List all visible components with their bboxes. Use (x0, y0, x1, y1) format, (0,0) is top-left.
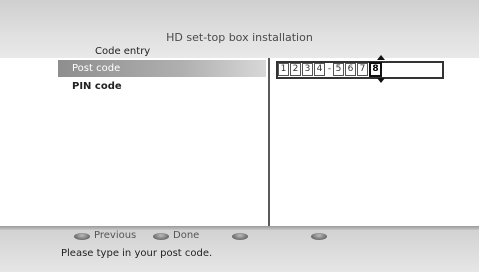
previous-button-label: Previous (94, 230, 137, 241)
menu-item-post-code[interactable]: Post code (58, 60, 266, 77)
arrow-down-icon[interactable] (377, 78, 385, 83)
digit-box[interactable]: 6 (345, 62, 356, 76)
digit-box[interactable]: 3 (302, 62, 313, 76)
header-area (0, 0, 479, 58)
unlabeled-key-4[interactable] (311, 230, 331, 242)
remote-key-icon (311, 232, 327, 240)
remote-key-icon (232, 232, 248, 240)
digit-box[interactable]: 5 (333, 62, 344, 76)
digit-box[interactable]: 7 (357, 62, 368, 76)
previous-button[interactable]: Previous (74, 230, 136, 242)
done-button[interactable]: Done (153, 230, 199, 242)
digit-box-active[interactable]: 8 (369, 61, 382, 77)
digit-separator: - (327, 64, 332, 74)
menu-item-label: PIN code (72, 81, 122, 92)
digit-box[interactable]: 4 (314, 62, 325, 76)
help-text: Please type in your post code. (61, 248, 213, 259)
digit-box[interactable]: 2 (290, 62, 301, 76)
menu-item-label: Post code (72, 63, 121, 74)
installation-screen: HD set-top box installation Code entry P… (0, 0, 479, 272)
panel-divider (268, 58, 270, 226)
done-button-label: Done (173, 230, 200, 241)
post-code-digits: 1 2 3 4 - 5 6 7 8 (278, 61, 383, 77)
arrow-up-icon[interactable] (377, 55, 385, 60)
section-title: Code entry (95, 46, 151, 57)
remote-key-icon (153, 232, 169, 240)
remote-key-icon (74, 232, 90, 240)
menu-item-pin-code[interactable]: PIN code (58, 78, 266, 95)
page-title: HD set-top box installation (166, 31, 313, 44)
digit-box[interactable]: 1 (278, 62, 289, 76)
unlabeled-key-3[interactable] (232, 230, 252, 242)
